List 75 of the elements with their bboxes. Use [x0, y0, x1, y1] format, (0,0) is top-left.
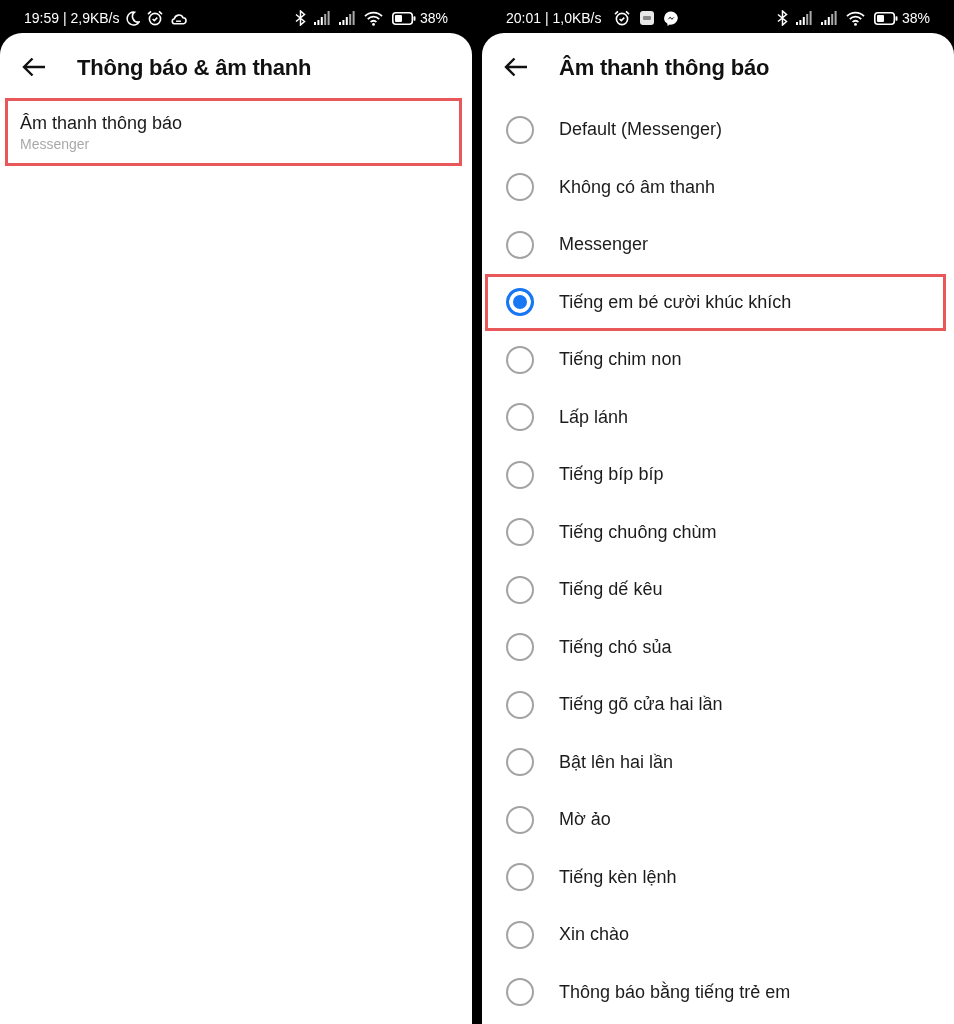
sound-option[interactable]: Tiếng bíp bíp: [485, 446, 946, 504]
battery-icon: [391, 11, 416, 25]
radio-button[interactable]: [506, 345, 534, 374]
screen-title: Thông báo & âm thanh: [77, 53, 312, 82]
radio-button[interactable]: [506, 230, 534, 259]
screen-title: Âm thanh thông báo: [559, 53, 770, 82]
option-label: Tiếng dế kêu: [559, 578, 663, 602]
option-label: Tiếng bíp bíp: [559, 463, 664, 487]
sound-option[interactable]: Tiếng em bé cười khúc khích: [485, 273, 946, 331]
wifi-icon: [363, 10, 383, 26]
sound-option[interactable]: Tiếng chó sủa: [485, 618, 946, 676]
status-text: 20:01 | 1,0KB/s: [506, 8, 602, 28]
radio-button[interactable]: [506, 288, 534, 317]
sound-option[interactable]: Tiếng gõ cửa hai lần: [485, 676, 946, 734]
battery-percent: 38%: [901, 8, 930, 28]
cloud-icon: [170, 11, 188, 25]
signal-icon: [820, 11, 837, 25]
signal-icon: [313, 11, 330, 25]
radio-button[interactable]: [506, 978, 534, 1007]
option-label: Xin chào: [559, 923, 630, 947]
radio-button[interactable]: [506, 115, 534, 144]
sound-option[interactable]: Mờ ảo: [485, 791, 946, 849]
app-square-icon: [640, 11, 655, 25]
option-label: Tiếng chuông chùm: [559, 520, 717, 544]
radio-button[interactable]: [506, 633, 534, 662]
option-label: Mờ ảo: [559, 808, 611, 832]
option-label: Thông báo bằng tiếng trẻ em: [559, 980, 791, 1004]
moon-icon: [125, 10, 141, 26]
sound-option[interactable]: Tiếng chim non: [485, 331, 946, 389]
option-label: Default (Messenger): [559, 118, 723, 142]
back-arrow-icon: [22, 57, 46, 77]
battery-percent: 38%: [419, 8, 448, 28]
settings-item[interactable]: Âm thanh thông báo Messenger: [5, 98, 462, 166]
wifi-icon: [845, 10, 865, 26]
battery-icon: [873, 11, 898, 25]
radio-button[interactable]: [506, 920, 534, 949]
sound-option[interactable]: Tiếng dế kêu: [485, 561, 946, 619]
bluetooth-icon: [776, 10, 788, 26]
alarm-clock-icon: [147, 10, 164, 26]
sound-option[interactable]: Bật lên hai lần: [485, 733, 946, 791]
back-arrow-icon: [504, 57, 528, 77]
radio-button[interactable]: [506, 748, 534, 777]
radio-button[interactable]: [506, 518, 534, 547]
option-label: Tiếng kèn lệnh: [559, 865, 677, 889]
option-label: Tiếng chim non: [559, 348, 682, 372]
chat-bubble-icon: [664, 10, 680, 26]
status-text: 19:59 | 2,9KB/s: [24, 8, 120, 28]
sound-option[interactable]: Thông báo bằng tiếng trẻ em: [485, 963, 946, 1021]
radio-button[interactable]: [506, 173, 534, 202]
sound-option[interactable]: Không có âm thanh: [485, 158, 946, 216]
sound-option[interactable]: Xin chào: [485, 906, 946, 964]
bluetooth-icon: [294, 10, 306, 26]
option-label: Tiếng em bé cười khúc khích: [559, 290, 792, 314]
signal-icon: [338, 11, 355, 25]
sound-option[interactable]: Messenger: [485, 216, 946, 274]
option-label: Tiếng chó sủa: [559, 635, 672, 659]
sound-option[interactable]: Default (Messenger): [485, 101, 946, 159]
item-title: Âm thanh thông báo: [20, 112, 184, 135]
radio-button[interactable]: [506, 575, 534, 604]
sound-option[interactable]: Tiếng chuông chùm: [485, 503, 946, 561]
option-label: Tiếng gõ cửa hai lần: [559, 693, 723, 717]
option-label: Không có âm thanh: [559, 175, 716, 199]
radio-button[interactable]: [506, 805, 534, 834]
option-label: Lấp lánh: [559, 405, 629, 429]
radio-button[interactable]: [506, 690, 534, 719]
radio-button[interactable]: [506, 403, 534, 432]
radio-button[interactable]: [506, 863, 534, 892]
signal-icon: [795, 11, 812, 25]
alarm-clock-icon: [614, 10, 631, 26]
option-label: Bật lên hai lần: [559, 750, 674, 774]
item-subtitle: Messenger: [20, 135, 91, 153]
sound-option[interactable]: Tiếng kèn lệnh: [485, 848, 946, 906]
sound-option[interactable]: Lấp lánh: [485, 388, 946, 446]
radio-button[interactable]: [506, 460, 534, 489]
option-label: Messenger: [559, 233, 649, 257]
